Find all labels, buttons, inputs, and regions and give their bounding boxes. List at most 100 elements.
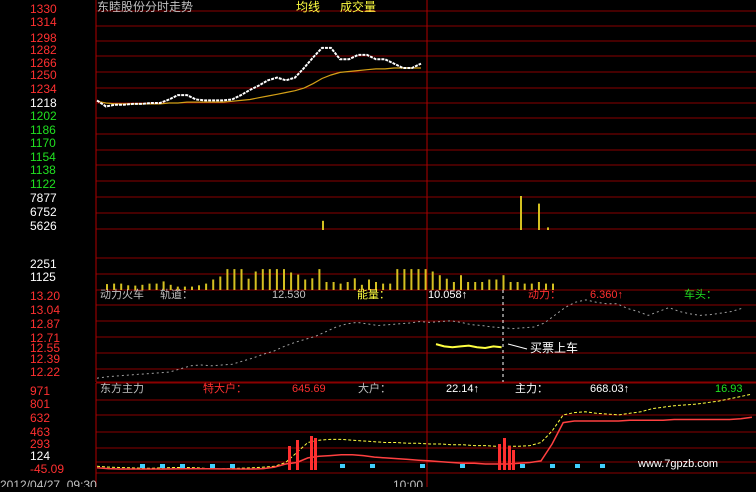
volume-bar	[431, 271, 434, 290]
volume-bar	[332, 282, 335, 290]
volume-bar	[467, 282, 470, 290]
main-value: 668.03↑	[590, 383, 629, 395]
big-special-label: 特大户：	[203, 381, 247, 395]
watermark: www.7gpzb.com	[637, 458, 718, 470]
y-tick-label: 1202	[30, 109, 57, 123]
power-value: 6.360↑	[590, 289, 623, 301]
volume-bar	[297, 274, 300, 290]
flow-dot	[420, 464, 425, 468]
volume-bar	[240, 269, 243, 290]
volume-bar	[547, 227, 549, 230]
y-tick-label: 632	[30, 411, 50, 425]
flow-dot	[160, 464, 165, 468]
time-start: 2012/04/27, 09:30	[0, 478, 97, 487]
flow-bar	[508, 446, 511, 470]
y-tick-label: 12.22	[30, 365, 60, 379]
y-tick-label: 801	[30, 397, 50, 411]
volume-bar	[233, 269, 236, 290]
volume-bar	[219, 276, 222, 290]
legend-volume: 成交量	[340, 0, 376, 14]
y-tick-label: 12.39	[30, 352, 60, 366]
y-tick-label: 1122	[30, 177, 56, 191]
volume-bar	[502, 275, 505, 290]
track-label: 轨道：	[160, 287, 193, 301]
track-value: 12.530	[272, 289, 306, 301]
y-tick-label: 7877	[30, 191, 57, 205]
y-tick-label: 1234	[30, 82, 57, 96]
volume-bar	[495, 279, 498, 290]
volume-bar	[311, 278, 314, 290]
zhuli-title: 东方主力	[100, 381, 144, 395]
legend-avg: 均线	[296, 0, 320, 14]
y-tick-label: -45.09	[30, 462, 64, 476]
flow-dot	[600, 464, 605, 468]
volume-bar	[516, 282, 519, 290]
volume-bar	[155, 283, 158, 290]
flow-dot	[520, 464, 525, 468]
volume-bar	[509, 282, 512, 290]
volume-bar	[322, 220, 324, 230]
flow-bar	[314, 438, 317, 470]
volume-bar	[247, 278, 250, 290]
flow-dot	[230, 464, 235, 468]
volume-bar	[481, 282, 484, 290]
flow-dot	[210, 464, 215, 468]
last-value: 16.93	[715, 383, 743, 395]
volume-bar	[403, 269, 406, 290]
y-tick-label: 1282	[30, 43, 57, 57]
flow-bar	[512, 450, 515, 470]
flow-bar	[310, 436, 313, 470]
big-special-value: 645.69	[292, 383, 326, 395]
y-tick-label: 13.20	[30, 289, 60, 303]
flow-bar	[498, 444, 501, 470]
volume-bar	[275, 269, 278, 290]
energy-value: 10.058↑	[428, 289, 467, 301]
big-value: 22.14↑	[446, 383, 479, 395]
flow-bar	[503, 438, 506, 470]
flow-dot	[460, 464, 465, 468]
volume-bar	[488, 279, 491, 290]
y-tick-label: 12.87	[30, 317, 60, 331]
energy-label: 能量：	[357, 287, 390, 301]
main-label: 主力：	[515, 382, 548, 395]
volume-bar	[523, 283, 526, 290]
head-label: 车头：	[684, 287, 717, 301]
volume-bar	[198, 285, 200, 290]
big-label: 大户：	[358, 381, 391, 395]
volume-bar	[520, 196, 522, 230]
y-tick-label: 1330	[30, 2, 57, 16]
stock-chart: 1330131412981282126612501234121812021186…	[0, 0, 756, 492]
flow-dot	[550, 464, 555, 468]
volume-bar	[417, 269, 420, 290]
y-tick-label: 1138	[30, 163, 56, 177]
y-tick-label: 1154	[30, 150, 56, 164]
y-tick-label: 124	[30, 449, 50, 463]
volume-bar	[325, 282, 328, 290]
y-tick-label: 5626	[30, 219, 57, 233]
y-tick-label: 1250	[30, 68, 57, 82]
volume-bar	[353, 278, 356, 290]
volume-bar	[290, 272, 293, 290]
volume-bar	[460, 275, 462, 290]
volume-bar	[226, 269, 229, 290]
volume-bar	[212, 279, 215, 290]
volume-bar	[424, 269, 427, 290]
y-tick-label: 1125	[30, 270, 56, 284]
flow-dot	[140, 464, 145, 468]
volume-bar	[148, 283, 151, 290]
volume-bar	[283, 269, 285, 290]
y-tick-label: 971	[30, 384, 50, 398]
flow-bar	[288, 446, 291, 470]
chart-title: 东睦股份分时走势	[97, 0, 193, 14]
volume-bar	[474, 282, 477, 290]
flow-bar	[296, 440, 299, 470]
volume-bar	[396, 269, 399, 290]
volume-bar	[318, 269, 321, 290]
chart-stage: 1330 1314 1298 1282 1266 1250 1234 1218 1202 1186…	[0, 0, 756, 492]
y-tick-label: 1218	[30, 96, 57, 110]
y-tick-label: 13.04	[30, 303, 60, 317]
y-tick-label: 1170	[30, 136, 56, 150]
flow-dot	[180, 464, 185, 468]
dongli-title: 动力火车	[100, 287, 144, 301]
time-1000: 10:00	[393, 478, 423, 487]
